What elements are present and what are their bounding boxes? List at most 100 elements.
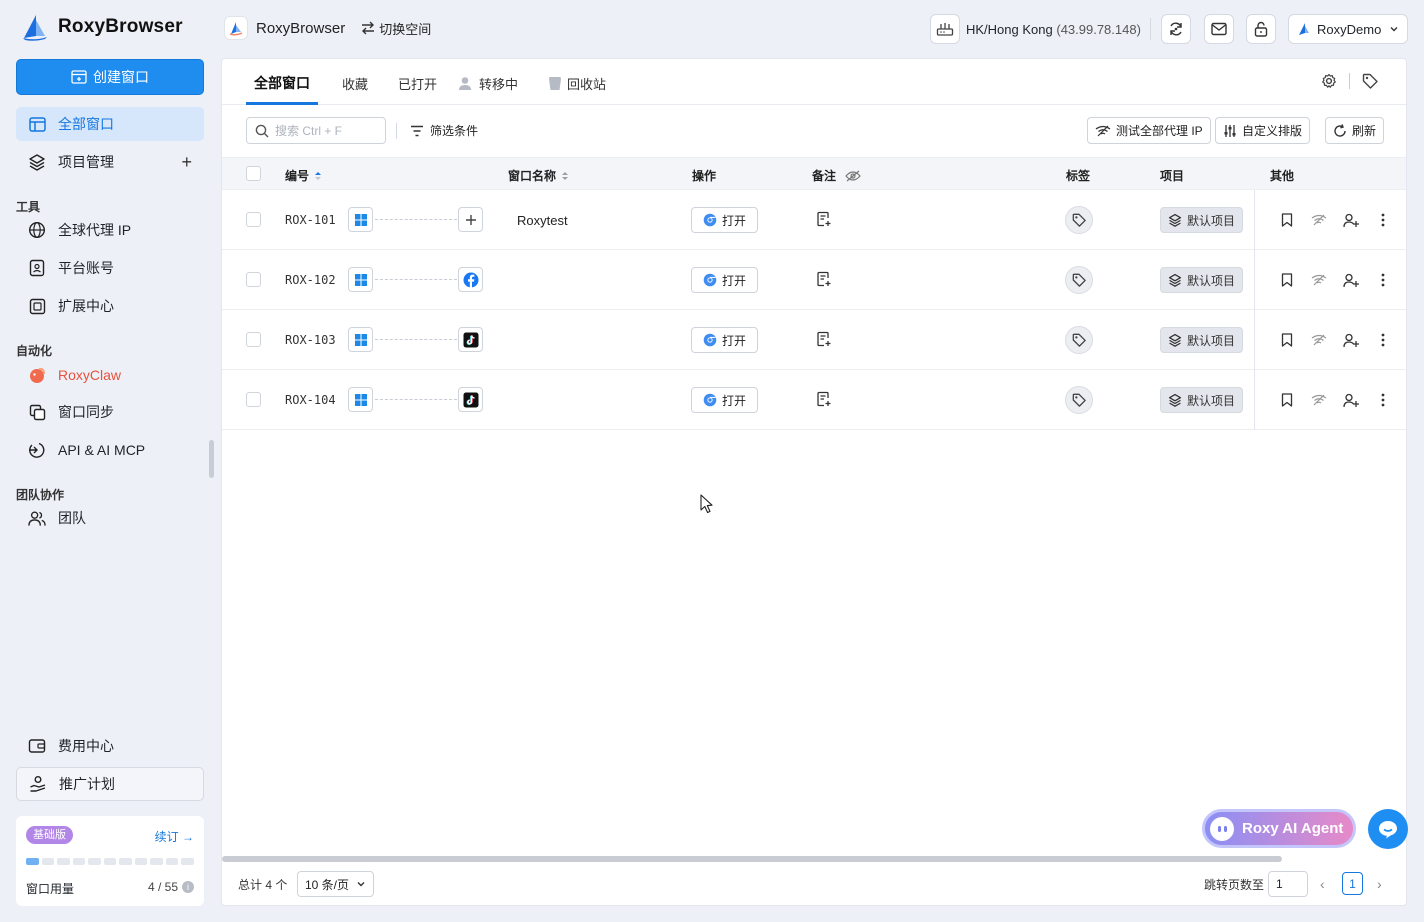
user-menu-button[interactable]: RoxyDemo (1288, 14, 1408, 44)
add-note-icon[interactable] (816, 271, 832, 287)
current-proxy[interactable]: HK/Hong Kong (43.99.78.148) (930, 14, 1141, 44)
open-window-button[interactable]: 打开 (691, 207, 758, 233)
tab-tools (1321, 73, 1378, 89)
sidebar-item-referral[interactable]: 推广计划 (16, 767, 204, 801)
bookmark-icon[interactable] (1278, 211, 1296, 229)
tag-icon (1072, 333, 1086, 347)
sidebar-item-api-mcp[interactable]: API & AI MCP (16, 433, 204, 467)
project-badge[interactable]: 默认项目 (1160, 327, 1243, 353)
search-input[interactable] (275, 123, 375, 138)
sidebar-item-billing[interactable]: 费用中心 (16, 729, 204, 763)
tab-transferring[interactable]: 转移中 (458, 74, 518, 93)
sidebar-item-all-windows[interactable]: 全部窗口 (16, 107, 204, 141)
filter-button[interactable]: 筛选条件 (410, 122, 478, 139)
open-window-button[interactable]: 打开 (691, 327, 758, 353)
tag-icon[interactable] (1362, 73, 1378, 89)
facebook-icon[interactable] (458, 267, 483, 292)
bookmark-icon[interactable] (1278, 331, 1296, 349)
assign-user-icon[interactable] (1342, 391, 1360, 409)
table-row[interactable]: ROX-102 打开 默认项目 (222, 250, 1406, 310)
sidebar-item-extensions[interactable]: 扩展中心 (16, 289, 204, 323)
more-options-icon[interactable] (1374, 271, 1392, 289)
note-cell[interactable] (816, 391, 832, 410)
sync-button[interactable] (1161, 14, 1191, 44)
sidebar-item-global-proxy[interactable]: 全球代理 IP (16, 213, 204, 247)
add-note-icon[interactable] (816, 331, 832, 347)
custom-sort-button[interactable]: 自定义排版 (1215, 117, 1311, 144)
usage-segment (26, 858, 39, 865)
proxy-signal-icon[interactable] (1310, 331, 1328, 349)
note-cell[interactable] (816, 271, 832, 290)
project-badge[interactable]: 默认项目 (1160, 267, 1243, 293)
project-badge[interactable]: 默认项目 (1160, 387, 1243, 413)
assign-user-icon[interactable] (1342, 331, 1360, 349)
row-checkbox[interactable] (246, 392, 261, 407)
note-cell[interactable] (816, 331, 832, 350)
select-all-checkbox[interactable] (246, 166, 261, 181)
more-options-icon[interactable] (1374, 391, 1392, 409)
row-checkbox[interactable] (246, 212, 261, 227)
header-code[interactable]: 编号 (285, 167, 322, 184)
bookmark-icon[interactable] (1278, 271, 1296, 289)
table-row[interactable]: ROX-101 Roxytest 打开 默认项目 (222, 190, 1406, 250)
row-checkbox[interactable] (246, 272, 261, 287)
settings-icon[interactable] (1321, 73, 1337, 89)
note-cell[interactable] (816, 211, 832, 230)
current-page-button[interactable]: 1 (1342, 872, 1363, 895)
lock-button[interactable] (1246, 14, 1276, 44)
tiktok-icon[interactable] (458, 327, 483, 352)
project-badge[interactable]: 默认项目 (1160, 207, 1243, 233)
sidebar-item-window-sync[interactable]: 窗口同步 (16, 395, 204, 429)
tab-opened[interactable]: 已打开 (398, 74, 437, 93)
window-name: Roxytest (517, 213, 568, 228)
sidebar-scrollbar[interactable] (209, 440, 214, 478)
messages-button[interactable] (1204, 14, 1234, 44)
open-window-button[interactable]: 打开 (691, 387, 758, 413)
prev-page-icon[interactable]: ‹ (1320, 876, 1325, 892)
proxy-signal-icon[interactable] (1310, 271, 1328, 289)
chat-support-button[interactable] (1368, 809, 1408, 849)
more-options-icon[interactable] (1374, 211, 1392, 229)
proxy-signal-icon[interactable] (1310, 211, 1328, 229)
eye-off-icon[interactable] (845, 170, 861, 182)
proxy-signal-icon[interactable] (1310, 391, 1328, 409)
row-checkbox[interactable] (246, 332, 261, 347)
add-tag-button[interactable] (1065, 206, 1093, 234)
ai-agent-button[interactable]: Roxy AI Agent (1202, 809, 1356, 848)
page-size-select[interactable]: 10 条/页 (297, 871, 374, 897)
tab-all-windows[interactable]: 全部窗口 (254, 73, 310, 93)
tiktok-icon[interactable] (458, 387, 483, 412)
search-box[interactable] (246, 117, 386, 144)
create-window-button[interactable]: 创建窗口 (16, 59, 204, 95)
bookmark-icon[interactable] (1278, 391, 1296, 409)
next-page-icon[interactable]: › (1377, 876, 1382, 892)
test-all-proxy-button[interactable]: 测试全部代理 IP (1087, 117, 1211, 144)
header-window-name[interactable]: 窗口名称 (508, 167, 569, 184)
assign-user-icon[interactable] (1342, 271, 1360, 289)
sidebar-item-roxyclaw[interactable]: RoxyClaw (16, 358, 204, 392)
info-icon[interactable]: i (182, 881, 194, 893)
refresh-button[interactable]: 刷新 (1325, 117, 1385, 144)
add-tag-button[interactable] (1065, 326, 1093, 354)
tab-favorites[interactable]: 收藏 (342, 74, 368, 93)
add-project-icon[interactable]: + (181, 153, 192, 171)
table-row[interactable]: ROX-103 打开 默认项目 (222, 310, 1406, 370)
table-row[interactable]: ROX-104 打开 默认项目 (222, 370, 1406, 430)
open-window-button[interactable]: 打开 (691, 267, 758, 293)
sidebar-item-label: 全球代理 IP (58, 222, 132, 238)
add-tag-button[interactable] (1065, 386, 1093, 414)
sidebar-item-projects[interactable]: 项目管理 + (16, 145, 204, 179)
add-note-icon[interactable] (816, 391, 832, 407)
sidebar-item-platform-accounts[interactable]: 平台账号 (16, 251, 204, 285)
add-icon[interactable] (458, 207, 483, 232)
usage-segment (119, 858, 132, 865)
more-options-icon[interactable] (1374, 331, 1392, 349)
tab-recycle-bin[interactable]: 回收站 (548, 74, 606, 93)
add-note-icon[interactable] (816, 211, 832, 227)
sidebar-item-team[interactable]: 团队 (16, 501, 204, 535)
jump-page-input[interactable]: 1 (1268, 871, 1308, 897)
assign-user-icon[interactable] (1342, 211, 1360, 229)
renew-link[interactable]: 续订 → (155, 828, 194, 845)
add-tag-button[interactable] (1065, 266, 1093, 294)
switch-workspace-button[interactable]: 切换空间 (361, 19, 431, 38)
